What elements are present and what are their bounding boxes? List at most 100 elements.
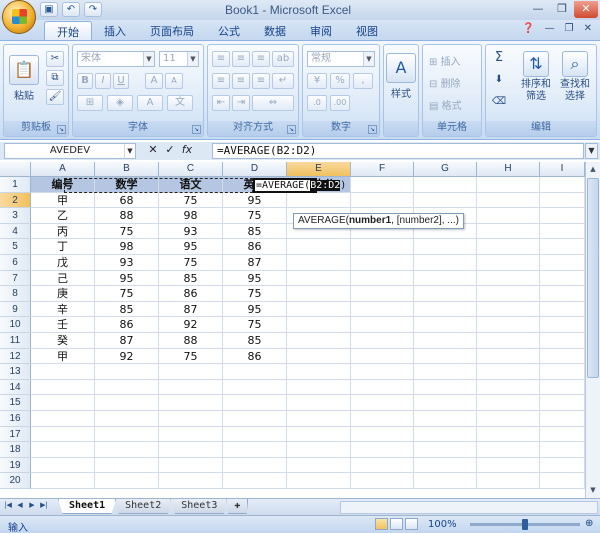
cell-i9[interactable] <box>540 301 585 318</box>
last-sheet-icon[interactable]: ▶| <box>39 501 49 509</box>
phonetic-icon[interactable]: 文 <box>167 95 193 111</box>
cell-h18[interactable] <box>477 442 540 458</box>
cell-b10[interactable]: 86 <box>95 317 159 333</box>
row-header-1[interactable]: 1 <box>0 177 31 193</box>
cell-h19[interactable] <box>477 457 540 474</box>
cell-b11[interactable]: 87 <box>95 332 159 349</box>
shrink-font-button[interactable]: A <box>165 73 183 89</box>
align-middle-icon[interactable]: ≡ <box>232 51 250 67</box>
cell-f2[interactable] <box>351 192 414 209</box>
cell-f8[interactable] <box>351 286 414 302</box>
cell-c4[interactable]: 93 <box>159 223 223 240</box>
cell-d14[interactable] <box>223 379 287 396</box>
cell-b3[interactable]: 88 <box>95 208 159 224</box>
row-header-6[interactable]: 6 <box>0 254 31 271</box>
expand-formula-icon[interactable]: ▼ <box>585 143 598 159</box>
cell-g10[interactable] <box>414 317 477 333</box>
cell-e16[interactable] <box>287 410 351 427</box>
cell-d16[interactable] <box>223 410 287 427</box>
align-left-icon[interactable]: ≡ <box>212 73 230 89</box>
page-layout-view-icon[interactable] <box>390 518 403 530</box>
cell-d19[interactable] <box>223 457 287 474</box>
minimize-button[interactable]: — <box>526 1 550 18</box>
cell-e17[interactable] <box>287 426 351 443</box>
cell-g7[interactable] <box>414 270 477 287</box>
column-header-a[interactable]: A <box>31 162 95 176</box>
align-bottom-icon[interactable]: ≡ <box>252 51 270 67</box>
cell-c12[interactable]: 75 <box>159 348 223 365</box>
cell-c3[interactable]: 98 <box>159 208 223 224</box>
row-header-2[interactable]: 2 <box>0 192 31 209</box>
underline-button[interactable]: U <box>113 73 129 89</box>
cell-d8[interactable]: 75 <box>223 286 287 302</box>
save-icon[interactable]: ▣ <box>40 2 58 17</box>
format-painter-icon[interactable]: 🖌 <box>46 89 64 105</box>
column-header-g[interactable]: G <box>414 162 477 176</box>
currency-icon[interactable]: ¥ <box>307 73 327 89</box>
zoom-slider[interactable] <box>470 519 580 530</box>
cell-a14[interactable] <box>31 379 95 396</box>
formula-input[interactable]: =AVERAGE(B2:D2) <box>212 143 584 159</box>
prev-sheet-icon[interactable]: ◀ <box>15 501 25 509</box>
wrap-text-icon[interactable]: ↵ <box>272 73 294 89</box>
cell-a1[interactable]: 编号 <box>31 177 95 193</box>
percent-button[interactable]: % <box>330 73 350 89</box>
format-cells-button[interactable]: ▤ 格式 <box>429 97 462 112</box>
number-format-select[interactable]: 常规 ▼ <box>307 51 375 67</box>
row-header-15[interactable]: 15 <box>0 395 31 411</box>
italic-button[interactable]: I <box>95 73 111 89</box>
cell-h10[interactable] <box>477 317 540 333</box>
cell-f17[interactable] <box>351 426 414 443</box>
clear-icon[interactable]: ⌫ <box>490 95 508 111</box>
row-header-14[interactable]: 14 <box>0 379 31 396</box>
row-header-8[interactable]: 8 <box>0 286 31 302</box>
cell-h12[interactable] <box>477 348 540 365</box>
cell-g16[interactable] <box>414 410 477 427</box>
cell-f11[interactable] <box>351 332 414 349</box>
cell-h11[interactable] <box>477 332 540 349</box>
cell-e15[interactable] <box>287 395 351 411</box>
cell-c18[interactable] <box>159 442 223 458</box>
cell-f10[interactable] <box>351 317 414 333</box>
cell-c19[interactable] <box>159 457 223 474</box>
cell-c11[interactable]: 88 <box>159 332 223 349</box>
first-sheet-icon[interactable]: |◀ <box>3 501 13 509</box>
cell-c9[interactable]: 87 <box>159 301 223 318</box>
cell-b8[interactable]: 75 <box>95 286 159 302</box>
cell-d13[interactable] <box>223 364 287 380</box>
cell-f9[interactable] <box>351 301 414 318</box>
font-name-select[interactable]: 宋体 ▼ <box>77 51 155 67</box>
cell-e9[interactable] <box>287 301 351 318</box>
zoom-slider-knob[interactable] <box>522 519 528 530</box>
cell-e12[interactable] <box>287 348 351 365</box>
paste-button[interactable]: 📋 粘贴 <box>8 55 40 102</box>
cell-g18[interactable] <box>414 442 477 458</box>
cell-c7[interactable]: 85 <box>159 270 223 287</box>
cell-g1[interactable] <box>414 177 477 193</box>
align-top-icon[interactable]: ≡ <box>212 51 230 67</box>
cell-f7[interactable] <box>351 270 414 287</box>
cell-g15[interactable] <box>414 395 477 411</box>
cell-a4[interactable]: 丙 <box>31 223 95 240</box>
cell-h14[interactable] <box>477 379 540 396</box>
cell-a17[interactable] <box>31 426 95 443</box>
cell-b12[interactable]: 92 <box>95 348 159 365</box>
cell-a16[interactable] <box>31 410 95 427</box>
grow-font-button[interactable]: A <box>145 73 163 89</box>
cell-c8[interactable]: 86 <box>159 286 223 302</box>
cell-a19[interactable] <box>31 457 95 474</box>
cut-icon[interactable]: ✂ <box>46 51 64 67</box>
tab-data[interactable]: 数据 <box>252 21 298 40</box>
cell-f5[interactable] <box>351 239 414 255</box>
cell-g8[interactable] <box>414 286 477 302</box>
decrease-decimal-icon[interactable]: .00 <box>330 95 350 111</box>
worksheet[interactable]: ABCDEFGHI 1 2 3 4 5 6 7 8 9 10 11 12 13 14 15 16 17 18 19 2… <box>0 162 600 498</box>
horizontal-scrollbar[interactable] <box>340 501 598 514</box>
cell-d11[interactable]: 85 <box>223 332 287 349</box>
insert-sheet-icon[interactable]: ✚ <box>226 499 249 514</box>
cell-c14[interactable] <box>159 379 223 396</box>
row-header-20[interactable]: 20 <box>0 473 31 489</box>
bold-button[interactable]: B <box>77 73 93 89</box>
cell-h3[interactable] <box>477 208 540 224</box>
cell-h5[interactable] <box>477 239 540 255</box>
